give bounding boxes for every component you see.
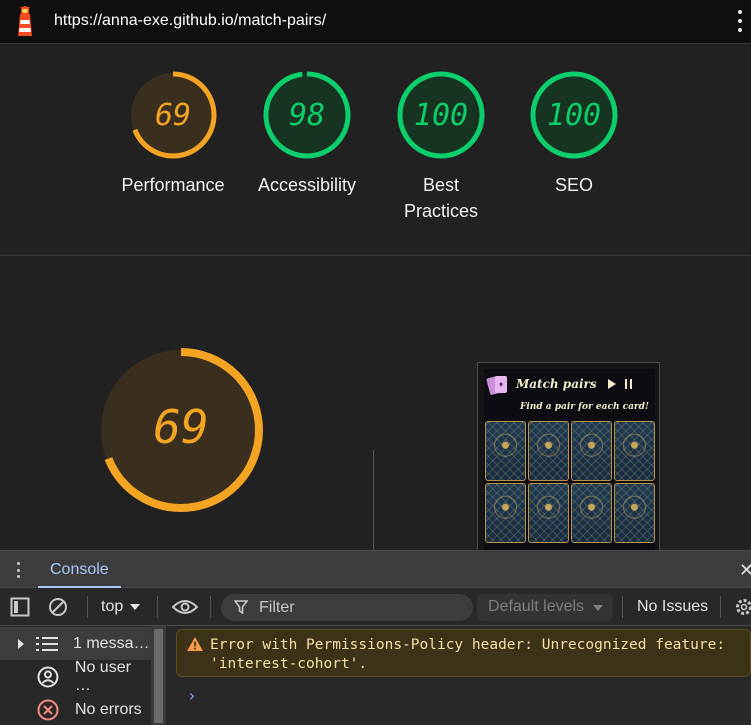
section-divider — [373, 450, 374, 550]
card — [571, 421, 612, 481]
gauge-value: 100 — [414, 98, 468, 133]
close-drawer-icon[interactable]: ✕ — [739, 560, 751, 581]
console-messages: Error with Permissions-Policy header: Un… — [166, 626, 751, 725]
devtools-drawer: Console ✕ top Filter Default levels No I… — [0, 550, 751, 725]
card — [571, 483, 612, 543]
performance-gauge-value: 69 — [153, 400, 208, 454]
lighthouse-report-window: https://anna-exe.github.io/match-pairs/ … — [0, 0, 751, 725]
warning-icon — [187, 637, 203, 651]
card — [485, 421, 526, 481]
sidebar-toggle-icon[interactable] — [10, 588, 30, 626]
gauge-best-practices[interactable]: 100 Best Practices — [374, 70, 508, 224]
console-settings-gear-icon[interactable] — [734, 588, 751, 626]
clear-console-icon[interactable] — [48, 588, 68, 626]
screenshot-subtitle: Find a pair for each card! — [520, 402, 649, 412]
list-icon — [36, 636, 58, 651]
toolbar-separator — [157, 596, 158, 618]
screenshot-title: Match pairs — [516, 377, 597, 391]
gauge-ring: 100 — [397, 71, 485, 159]
sidebar-item-messages[interactable]: 1 messa… — [0, 627, 151, 660]
warning-text: Error with Permissions-Policy header: Un… — [210, 637, 726, 672]
sidebar-item-label: 1 messa… — [73, 634, 150, 652]
gauge-label: Accessibility — [257, 175, 357, 195]
console-filter-input[interactable]: Filter — [221, 594, 473, 621]
sidebar-item-user-messages[interactable]: No user … — [0, 658, 151, 694]
score-summary: 69 Performance 98 Accessibility 100 Best… — [0, 44, 751, 256]
screenshot-page: Match pairs Find a pair for each card! — [484, 369, 655, 550]
pause-icon — [625, 379, 632, 389]
filter-icon — [234, 600, 248, 614]
console-warning-message[interactable]: Error with Permissions-Policy header: Un… — [176, 629, 751, 677]
toolbar-separator — [622, 596, 623, 618]
play-icon — [608, 379, 616, 389]
error-circle-icon — [37, 699, 59, 720]
report-url[interactable]: https://anna-exe.github.io/match-pairs/ — [54, 12, 326, 30]
card-grid — [484, 421, 655, 543]
performance-gauge-large: 69 — [99, 348, 263, 512]
toolbar-separator — [210, 596, 211, 618]
console-prompt-chevron-icon[interactable]: › — [187, 686, 197, 705]
card — [528, 483, 569, 543]
gauge-ring: 100 — [530, 71, 618, 159]
lighthouse-logo-icon — [18, 6, 32, 36]
context-selector[interactable]: top — [101, 588, 141, 626]
console-toolbar: top Filter Default levels No Issues — [0, 588, 751, 626]
sidebar-scrollbar[interactable] — [151, 626, 166, 725]
log-levels-label: Default levels — [488, 598, 585, 615]
more-menu-icon[interactable] — [737, 10, 743, 32]
user-icon — [37, 666, 59, 687]
toolbar-separator — [87, 596, 88, 618]
toolbar-separator — [720, 596, 721, 618]
context-label: top — [101, 598, 124, 615]
chevron-down-icon — [593, 605, 603, 611]
card — [485, 483, 526, 543]
gauge-accessibility[interactable]: 98 Accessibility — [240, 70, 374, 198]
gauge-performance[interactable]: 69 Performance — [106, 70, 240, 198]
card — [528, 421, 569, 481]
expand-arrow-icon — [18, 638, 24, 649]
gauge-label: Performance — [121, 175, 225, 195]
gauge-ring: 69 — [129, 71, 217, 159]
sidebar-item-label: No errors — [75, 700, 142, 718]
gauge-value: 100 — [547, 98, 601, 133]
gauge-value: 69 — [155, 98, 191, 133]
console-sidebar: 1 messa… No user … No errors — [0, 626, 151, 725]
filter-placeholder: Filter — [259, 599, 295, 616]
report-header: https://anna-exe.github.io/match-pairs/ — [0, 0, 751, 44]
log-levels-dropdown[interactable]: Default levels — [477, 594, 613, 621]
gauge-seo[interactable]: 100 SEO — [507, 70, 641, 198]
issues-counter[interactable]: No Issues — [637, 588, 708, 626]
scrollbar-thumb[interactable] — [154, 629, 163, 723]
final-screenshot[interactable]: Match pairs Find a pair for each card! — [477, 362, 660, 550]
drawer-menu-icon[interactable] — [17, 562, 21, 578]
sidebar-item-errors[interactable]: No errors — [0, 693, 151, 725]
gauge-ring: 98 — [263, 71, 351, 159]
gauge-value: 98 — [289, 98, 325, 133]
drawer-tabbar: Console ✕ — [0, 551, 751, 588]
card — [614, 421, 655, 481]
gauge-label: Best Practices — [403, 175, 479, 221]
sidebar-item-label: No user … — [74, 658, 131, 694]
gauge-label: SEO — [554, 175, 593, 195]
tab-console[interactable]: Console — [38, 551, 121, 588]
card — [614, 483, 655, 543]
cards-logo-icon — [486, 376, 507, 395]
chevron-down-icon — [130, 604, 141, 610]
live-expression-eye-icon[interactable] — [172, 588, 198, 626]
